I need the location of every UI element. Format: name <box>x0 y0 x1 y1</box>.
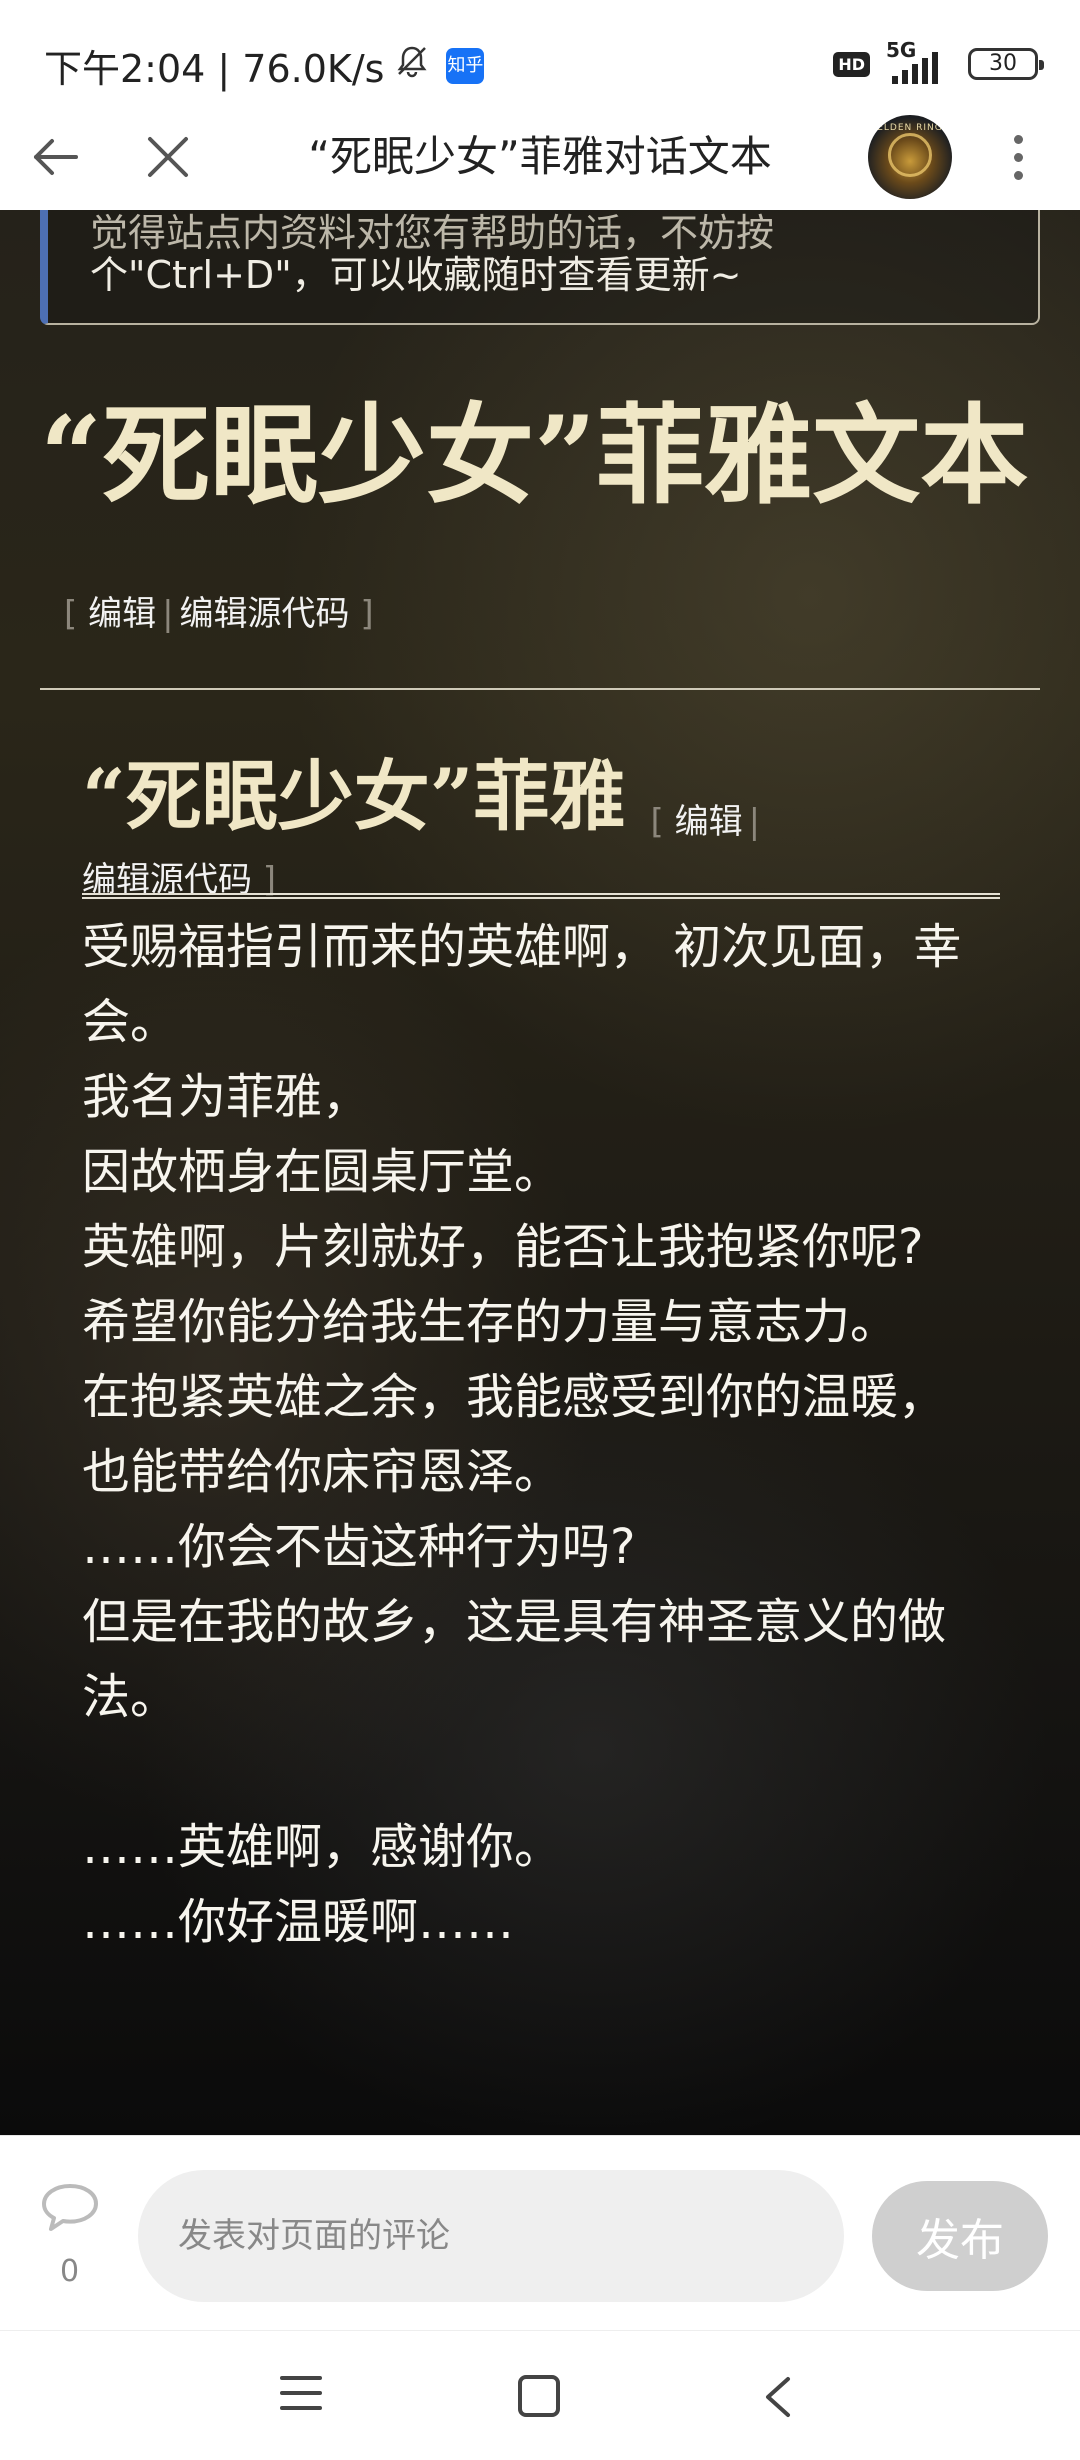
section-heading: “死眠少女”菲雅 [ 编辑 | <box>82 735 1002 845</box>
dialog-line: 在抱紧英雄之余，我能感受到你的温暖， <box>82 1369 947 1425</box>
dialog-line: 但是在我的故乡，这是具有神圣意义的做法。 <box>82 1594 947 1725</box>
section-edit-links: [ 编辑 | <box>650 802 761 842</box>
dialog-line: 受赐福指引而来的英雄啊， 初次见面，幸会。 <box>82 919 962 1050</box>
browser-toolbar: “死眠少女”菲雅对话文本 ELDEN RING <box>0 105 1080 210</box>
section-edit-link[interactable]: 编辑 <box>675 802 743 842</box>
dialog-line: 英雄啊，片刻就好，能否让我抱紧你呢? <box>82 1219 924 1275</box>
more-options-icon[interactable] <box>1006 131 1030 187</box>
section-title: “死眠少女”菲雅 <box>82 752 626 841</box>
article-content: 觉得站点内资料对您有帮助的话，不妨按 个"Ctrl+D"，可以收藏随时查看更新~… <box>0 210 1080 2135</box>
page-title-text: “死眠少女”菲雅文本 <box>40 393 1029 519</box>
home-square-icon[interactable] <box>518 2375 560 2417</box>
hd-icon: HD <box>833 51 870 77</box>
dialog-line: 因故栖身在圆桌厅堂。 <box>82 1144 563 1200</box>
dialog-line: ……你会不齿这种行为吗? <box>82 1519 636 1575</box>
back-arrow-icon[interactable] <box>28 129 84 185</box>
title-divider <box>40 688 1040 690</box>
status-left: 下午2:04 | 76.0K/s 知乎 <box>44 38 485 93</box>
comment-bar: 0 发布 <box>0 2135 1080 2330</box>
comment-count: 0 <box>60 2254 80 2289</box>
nav-back-icon[interactable] <box>758 2373 798 2421</box>
bell-muted-icon <box>394 43 430 88</box>
dialog-line: ……你好温暖啊…… <box>82 1894 515 1950</box>
status-right: HD 5G 30 <box>833 38 1044 84</box>
page-title: “死眠少女”菲雅文本 [ 编辑 | 编辑源代码 ] <box>40 390 1040 680</box>
page-header-title: “死眠少女”菲雅对话文本 <box>308 132 772 181</box>
edit-source-link[interactable]: 编辑源代码 <box>180 594 350 634</box>
dialog-line <box>82 1735 1012 1810</box>
page-edit-links: [ 编辑 | 编辑源代码 ] <box>64 594 374 634</box>
section-divider <box>82 893 1000 899</box>
zhihu-app-icon: 知乎 <box>446 47 485 84</box>
status-bar: 下午2:04 | 76.0K/s 知乎 HD 5G 30 <box>0 0 1080 105</box>
close-icon[interactable] <box>140 129 196 185</box>
status-time-speed: 下午2:04 | 76.0K/s <box>44 47 385 91</box>
edit-link[interactable]: 编辑 <box>88 594 156 634</box>
dialog-line: ……英雄啊，感谢你。 <box>82 1819 563 1875</box>
avatar-logo-text: ELDEN RING <box>877 123 943 133</box>
publish-button[interactable]: 发布 <box>872 2181 1048 2291</box>
dialog-line: 也能带给你床帘恩泽。 <box>82 1444 563 1500</box>
site-avatar[interactable]: ELDEN RING <box>868 115 952 199</box>
system-nav-bar <box>0 2330 1080 2460</box>
dialog-line: 希望你能分给我生存的力量与意志力。 <box>82 1294 899 1350</box>
notice-line: 个"Ctrl+D"，可以收藏随时查看更新~ <box>90 253 742 297</box>
menu-icon[interactable] <box>280 2376 322 2416</box>
comment-input[interactable] <box>138 2170 844 2302</box>
dialog-text: 受赐福指引而来的英雄啊， 初次见面，幸会。 我名为菲雅， 因故栖身在圆桌厅堂。 … <box>82 910 1012 1960</box>
battery-icon: 30 <box>968 48 1044 80</box>
signal-icon: 5G <box>884 38 954 84</box>
bookmark-notice: 觉得站点内资料对您有帮助的话，不妨按 个"Ctrl+D"，可以收藏随时查看更新~ <box>40 210 1040 325</box>
comment-icon[interactable] <box>38 2181 102 2237</box>
dialog-line: 我名为菲雅， <box>82 1069 371 1125</box>
